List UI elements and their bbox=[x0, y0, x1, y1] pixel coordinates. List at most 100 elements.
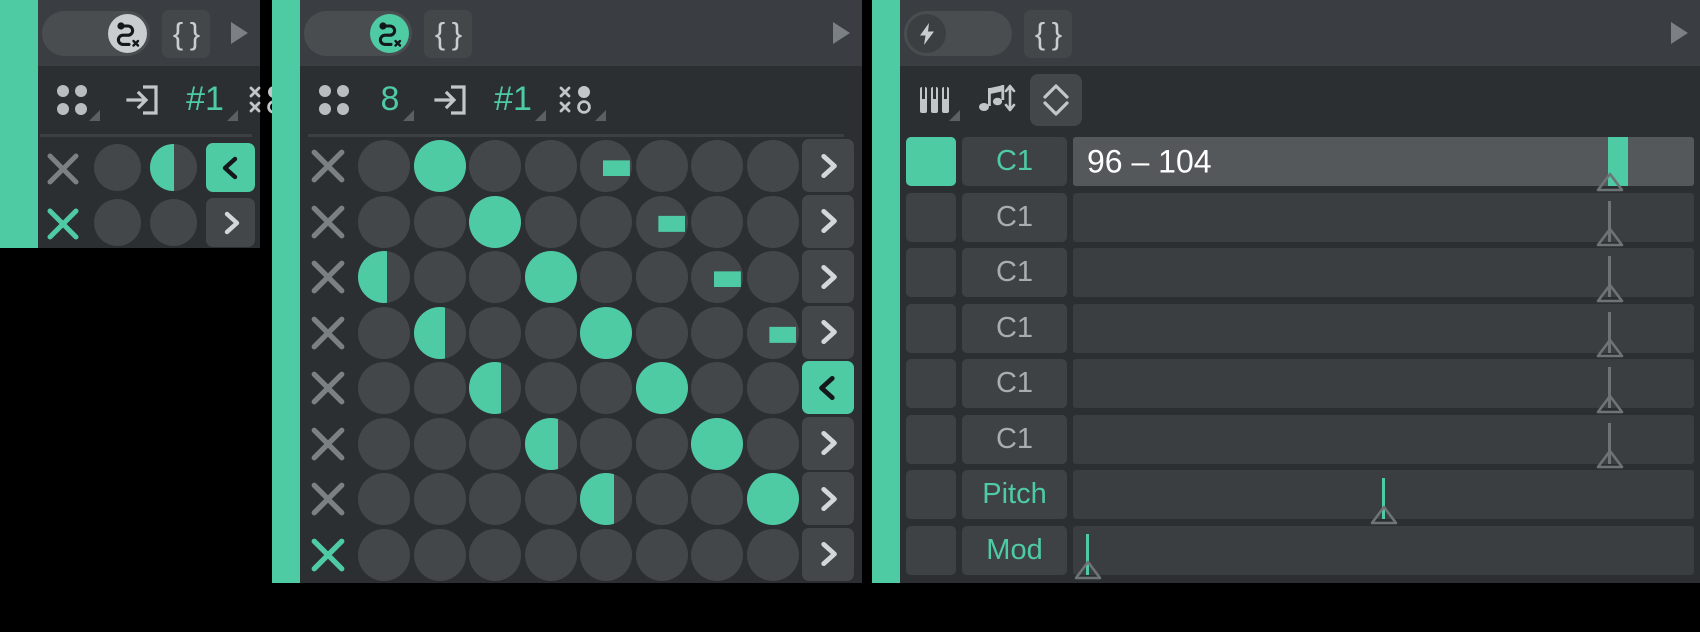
row-clear-x-icon[interactable] bbox=[306, 477, 350, 521]
step-cell[interactable] bbox=[746, 140, 799, 192]
step-cell[interactable] bbox=[358, 528, 410, 581]
step-cell[interactable] bbox=[580, 306, 632, 359]
row-label[interactable]: Mod bbox=[962, 525, 1067, 575]
step-cell[interactable] bbox=[358, 473, 410, 525]
row-label[interactable]: C1 bbox=[962, 137, 1067, 186]
step-cell[interactable] bbox=[580, 251, 632, 303]
step-cell[interactable] bbox=[691, 251, 743, 303]
play-triangle-icon[interactable] bbox=[1671, 22, 1688, 44]
row-label[interactable]: C1 bbox=[962, 303, 1067, 353]
row-direction-button[interactable] bbox=[802, 416, 854, 470]
left-panel-route-toggle[interactable] bbox=[42, 11, 150, 56]
toolbar-item-pattern-number[interactable]: #1 bbox=[174, 66, 238, 133]
step-cell[interactable] bbox=[524, 528, 577, 581]
step-cell[interactable] bbox=[580, 362, 632, 414]
step-cell[interactable] bbox=[413, 195, 466, 248]
toolbar-item-pattern-number[interactable]: #1 bbox=[482, 66, 546, 133]
step-cell[interactable] bbox=[413, 140, 466, 192]
toolbar-item-note-updown[interactable] bbox=[968, 66, 1024, 133]
row-label[interactable]: C1 bbox=[962, 192, 1067, 242]
right-panel-lightning-toggle[interactable] bbox=[904, 11, 1012, 56]
step-cell[interactable] bbox=[635, 195, 688, 248]
step-cell[interactable] bbox=[691, 528, 743, 581]
step-cell[interactable] bbox=[580, 528, 632, 581]
step-cell[interactable] bbox=[746, 306, 799, 359]
step-cell[interactable] bbox=[635, 362, 688, 414]
step-cell[interactable] bbox=[524, 417, 577, 470]
step-cell[interactable] bbox=[746, 473, 799, 525]
row-direction-button[interactable] bbox=[802, 139, 854, 192]
row-clear-x-icon[interactable] bbox=[42, 148, 84, 190]
play-triangle-icon[interactable] bbox=[231, 22, 248, 44]
step-cell[interactable] bbox=[691, 417, 743, 470]
step-cell[interactable] bbox=[746, 362, 799, 414]
toolbar-item-four-dots[interactable] bbox=[46, 66, 100, 133]
step-cell[interactable] bbox=[469, 417, 521, 470]
row-enable-swatch[interactable] bbox=[906, 192, 956, 242]
step-cell[interactable] bbox=[358, 140, 410, 192]
step-cell[interactable] bbox=[691, 195, 743, 248]
step-cell[interactable] bbox=[691, 306, 743, 359]
step-cell[interactable] bbox=[358, 251, 410, 303]
row-label[interactable]: C1 bbox=[962, 248, 1067, 297]
row-clear-x-icon[interactable] bbox=[42, 203, 84, 245]
row-direction-button[interactable] bbox=[802, 527, 854, 581]
row-label[interactable]: C1 bbox=[962, 414, 1067, 464]
row-enable-swatch[interactable] bbox=[906, 303, 956, 353]
row-label[interactable]: C1 bbox=[962, 359, 1067, 408]
row-slider-handle[interactable] bbox=[1073, 559, 1103, 581]
row-clear-x-icon[interactable] bbox=[306, 311, 350, 355]
toolbar-item-enter-box[interactable] bbox=[116, 66, 168, 133]
step-cell[interactable] bbox=[358, 306, 410, 359]
step-cell[interactable] bbox=[746, 528, 799, 581]
step-cell[interactable] bbox=[94, 144, 141, 191]
row-label[interactable]: Pitch bbox=[962, 470, 1067, 519]
step-cell[interactable] bbox=[635, 306, 688, 359]
toolbar-item-piano-keys[interactable] bbox=[908, 66, 962, 133]
step-cell[interactable] bbox=[635, 473, 688, 525]
row-direction-button[interactable] bbox=[802, 250, 854, 303]
row-direction-button[interactable] bbox=[802, 194, 854, 248]
play-triangle-icon[interactable] bbox=[833, 22, 850, 44]
step-cell[interactable] bbox=[413, 473, 466, 525]
step-cell[interactable] bbox=[358, 195, 410, 248]
step-cell[interactable] bbox=[469, 528, 521, 581]
step-cell[interactable] bbox=[691, 140, 743, 192]
step-cell[interactable] bbox=[150, 199, 197, 246]
step-cell[interactable] bbox=[746, 251, 799, 303]
step-cell[interactable] bbox=[469, 195, 521, 248]
step-cell[interactable] bbox=[691, 362, 743, 414]
step-cell[interactable] bbox=[413, 251, 466, 303]
left-panel-braces-button[interactable]: { } bbox=[162, 10, 210, 58]
step-cell[interactable] bbox=[746, 417, 799, 470]
right-panel-braces-button[interactable]: { } bbox=[1024, 10, 1072, 58]
step-cell[interactable] bbox=[150, 144, 197, 191]
step-cell[interactable] bbox=[524, 362, 577, 414]
row-enable-swatch[interactable] bbox=[906, 414, 956, 464]
row-direction-button[interactable] bbox=[802, 472, 854, 525]
step-cell[interactable] bbox=[691, 473, 743, 525]
middle-panel-route-toggle[interactable] bbox=[304, 11, 412, 56]
row-clear-x-icon[interactable] bbox=[306, 144, 350, 188]
step-cell[interactable] bbox=[94, 199, 141, 246]
row-enable-swatch[interactable] bbox=[906, 470, 956, 519]
toolbar-item-four-dots[interactable] bbox=[308, 66, 360, 133]
row-clear-x-icon[interactable] bbox=[306, 533, 350, 577]
row-enable-swatch[interactable] bbox=[906, 248, 956, 297]
step-cell[interactable] bbox=[413, 417, 466, 470]
toolbar-item-enter-box[interactable] bbox=[424, 66, 476, 133]
step-cell[interactable] bbox=[524, 195, 577, 248]
row-direction-button[interactable] bbox=[206, 143, 255, 192]
step-cell[interactable] bbox=[580, 140, 632, 192]
row-clear-x-icon[interactable] bbox=[306, 366, 350, 410]
toolbar-item-chevron-updown[interactable] bbox=[1028, 66, 1084, 133]
step-cell[interactable] bbox=[413, 362, 466, 414]
step-cell[interactable] bbox=[580, 473, 632, 525]
toolbar-item-step-count[interactable]: 8 bbox=[368, 66, 414, 133]
step-cell[interactable] bbox=[580, 195, 632, 248]
step-cell[interactable] bbox=[413, 528, 466, 581]
step-cell[interactable] bbox=[524, 140, 577, 192]
step-cell[interactable] bbox=[524, 306, 577, 359]
step-cell[interactable] bbox=[524, 251, 577, 303]
step-cell[interactable] bbox=[580, 417, 632, 470]
